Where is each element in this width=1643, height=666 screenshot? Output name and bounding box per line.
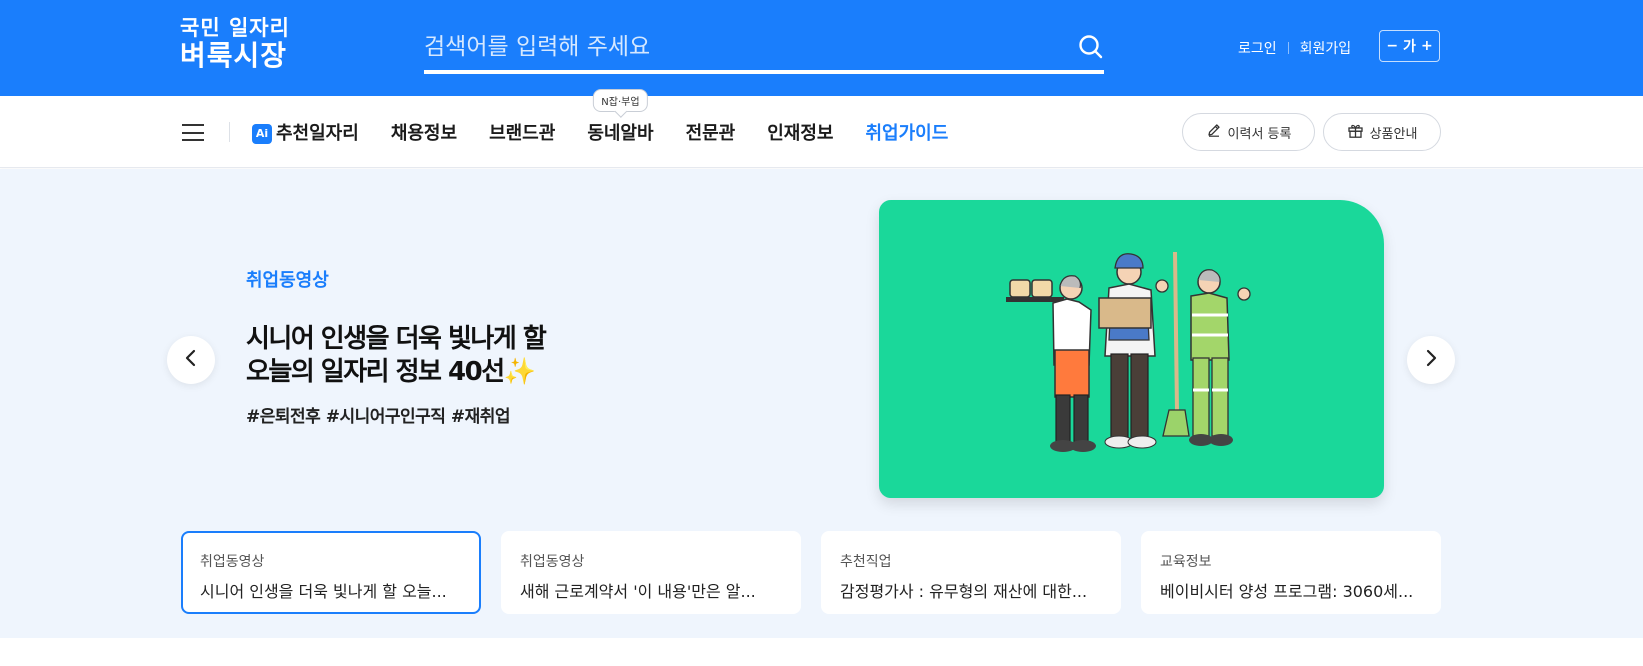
- logo-line1: 국민 일자리: [180, 16, 290, 40]
- card-category: 취업동영상: [520, 554, 585, 570]
- menu-icon[interactable]: [182, 124, 204, 141]
- gift-icon: [1347, 122, 1364, 143]
- hero-title-line1: 시니어 인생을 더욱 빛나게 할: [246, 324, 547, 354]
- auth-divider: [1287, 42, 1289, 54]
- content-card[interactable]: 취업동영상 새해 근로계약서 '이 내용'만은 알...: [501, 531, 801, 614]
- main-nav: Ai 추천일자리 채용정보 브랜드관 N잡·부업동네알바 전문관 인재정보 취업가…: [0, 89, 1643, 168]
- side-job-tooltip: N잡·부업: [593, 89, 648, 112]
- nav-item-brands[interactable]: 브랜드관: [489, 119, 555, 145]
- font-size-control: − 가 +: [1379, 30, 1440, 62]
- auth-links: 로그인 회원가입: [1238, 38, 1351, 58]
- nav-divider: [229, 122, 230, 142]
- card-category: 추천직업: [840, 554, 892, 570]
- card-title: 새해 근로계약서 '이 내용'만은 알...: [520, 582, 756, 601]
- font-size-label: 가: [1403, 39, 1416, 55]
- chevron-right-icon: [1424, 349, 1438, 371]
- resume-register-button[interactable]: 이력서 등록: [1182, 113, 1315, 151]
- hero-category: 취업동영상: [246, 270, 329, 291]
- content-card[interactable]: 교육정보 베이비시터 양성 프로그램: 3060세...: [1141, 531, 1441, 614]
- resume-register-label: 이력서 등록: [1227, 126, 1292, 142]
- login-link[interactable]: 로그인: [1238, 38, 1277, 58]
- hero-banner: 취업동영상 시니어 인생을 더욱 빛나게 할 오늘의 일자리 정보 40선✨ #…: [0, 169, 1643, 638]
- site-logo[interactable]: 국민 일자리 벼룩시장: [180, 16, 290, 72]
- content-card[interactable]: 취업동영상 시니어 인생을 더욱 빛나게 할 오늘...: [181, 531, 481, 614]
- hero-tags: #은퇴전후 #시니어구인구직 #재취업: [246, 407, 511, 427]
- baker-figure: [1006, 275, 1096, 452]
- nav-item-specialty[interactable]: 전문관: [686, 119, 736, 145]
- product-info-button[interactable]: 상품안내: [1323, 113, 1441, 151]
- hero-illustration[interactable]: [879, 200, 1384, 498]
- nav-item-local[interactable]: N잡·부업동네알바: [587, 89, 654, 145]
- card-category: 취업동영상: [200, 554, 265, 570]
- nav-item-jobs[interactable]: 채용정보: [391, 119, 457, 145]
- font-increase-button[interactable]: +: [1421, 38, 1433, 54]
- nav-item-guide[interactable]: 취업가이드: [866, 119, 949, 145]
- hero-title-line2: 오늘의 일자리 정보 40선✨: [246, 357, 536, 387]
- nav-item-recommended[interactable]: Ai 추천일자리: [252, 119, 359, 145]
- card-title: 감정평가사 : 유무형의 재산에 대한...: [840, 582, 1088, 601]
- carousel-prev-button[interactable]: [167, 336, 215, 384]
- nav-item-talent[interactable]: 인재정보: [767, 119, 833, 145]
- carousel-next-button[interactable]: [1407, 336, 1455, 384]
- content-card[interactable]: 추천직업 감정평가사 : 유무형의 재산에 대한...: [821, 531, 1121, 614]
- signup-link[interactable]: 회원가입: [1300, 38, 1352, 58]
- nav-label: 추천일자리: [276, 123, 359, 144]
- hero-title[interactable]: 시니어 인생을 더욱 빛나게 할 오늘의 일자리 정보 40선✨: [246, 323, 547, 389]
- search-icon[interactable]: [1078, 34, 1104, 60]
- nav-items: Ai 추천일자리 채용정보 브랜드관 N잡·부업동네알바 전문관 인재정보 취업가…: [252, 89, 980, 168]
- top-header: 국민 일자리 벼룩시장 로그인 회원가입 − 가 +: [0, 0, 1643, 96]
- ai-badge-icon: Ai: [252, 124, 272, 144]
- card-title: 시니어 인생을 더욱 빛나게 할 오늘...: [200, 582, 447, 601]
- cleaner-figure: [1162, 251, 1251, 446]
- product-info-label: 상품안내: [1369, 126, 1418, 142]
- delivery-figure: [1098, 253, 1169, 449]
- search-bar: [424, 26, 1104, 74]
- logo-line2: 벼룩시장: [180, 39, 288, 73]
- pencil-icon: [1206, 122, 1222, 142]
- nav-label: 동네알바: [587, 123, 654, 144]
- card-title: 베이비시터 양성 프로그램: 3060세...: [1160, 582, 1414, 601]
- chevron-left-icon: [184, 349, 198, 371]
- font-decrease-button[interactable]: −: [1386, 38, 1398, 54]
- search-input[interactable]: [424, 26, 1024, 68]
- card-category: 교육정보: [1160, 554, 1212, 570]
